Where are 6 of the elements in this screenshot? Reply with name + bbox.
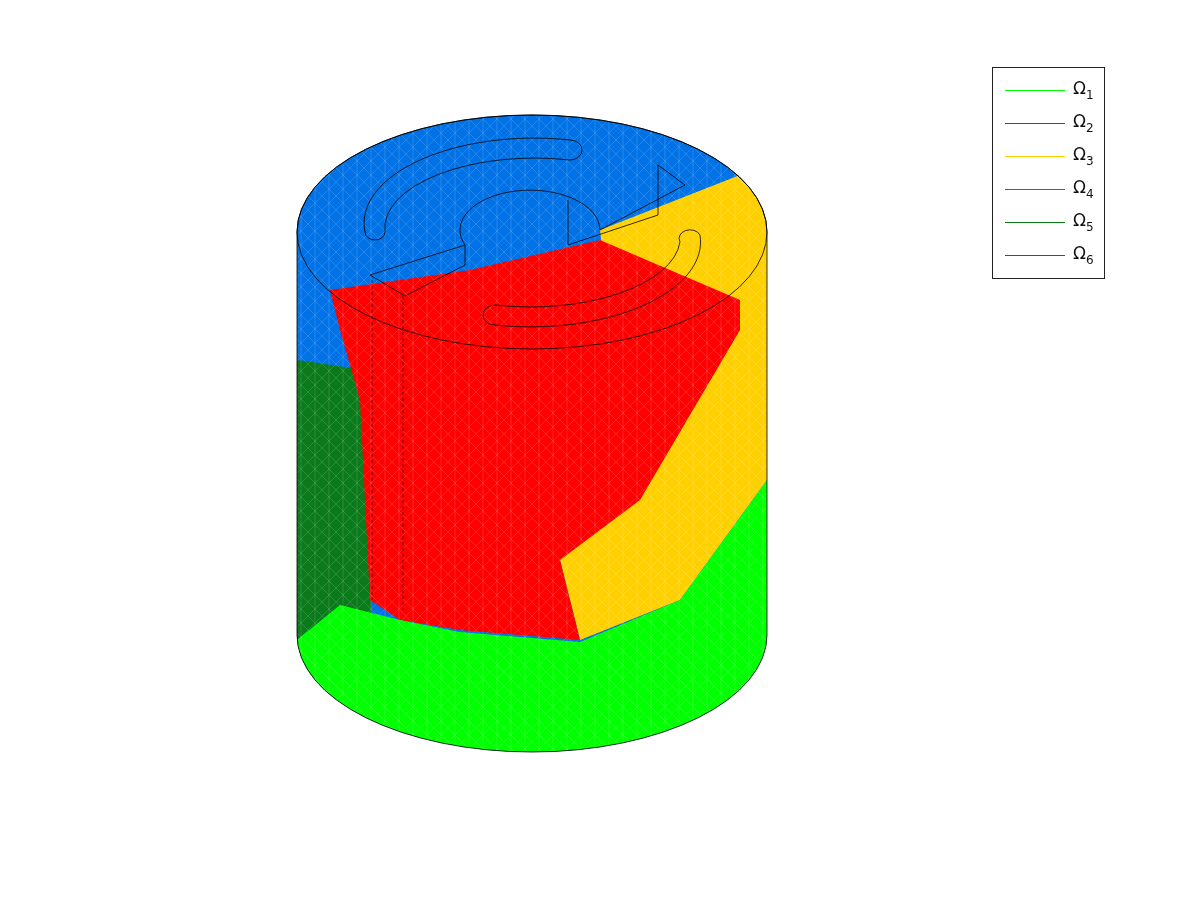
legend-label: Ω$_{5}$ <box>1073 212 1094 233</box>
legend-label: Ω$_{6}$ <box>1073 245 1094 266</box>
legend-label: Ω$_{3}$ <box>1073 146 1094 167</box>
legend-label: Ω$_{2}$ <box>1073 113 1094 134</box>
legend-label: Ω$_{4}$ <box>1073 179 1094 200</box>
legend-label: Ω$_{1}$ <box>1073 80 1094 101</box>
